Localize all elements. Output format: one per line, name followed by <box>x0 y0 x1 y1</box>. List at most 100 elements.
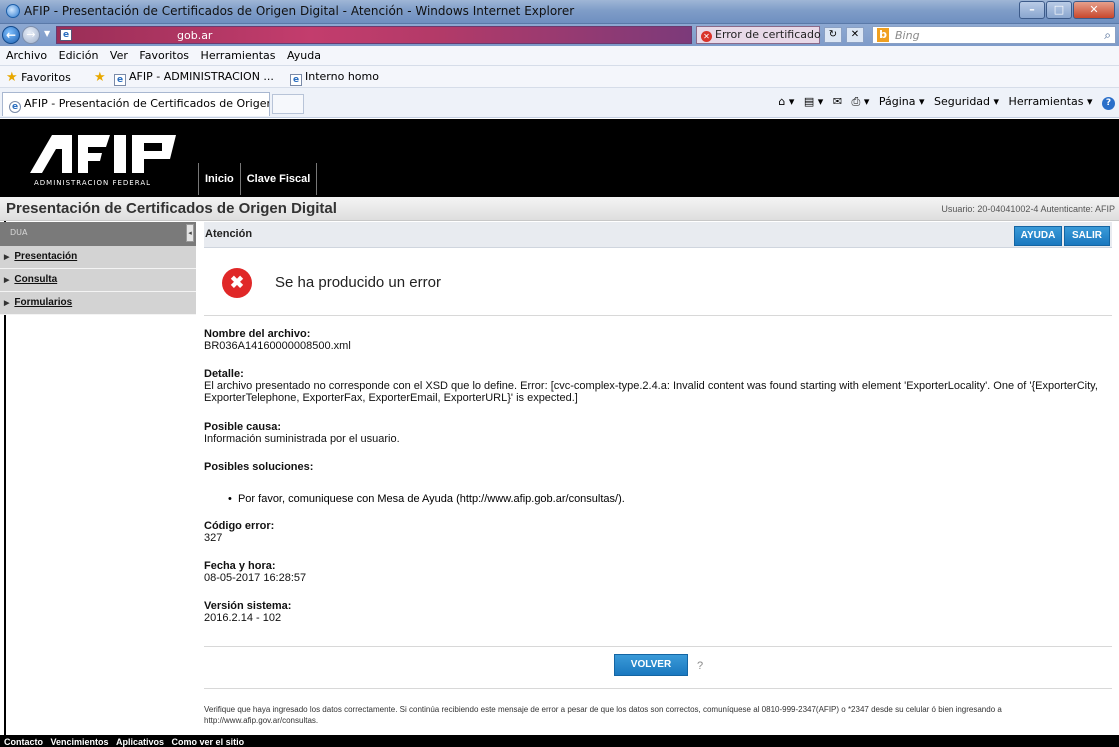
menu-favoritos[interactable]: Favoritos <box>139 46 189 66</box>
logo-subtitle: ADMINISTRACION FEDERAL <box>34 179 152 187</box>
close-button[interactable]: ✕ <box>1073 1 1115 19</box>
favorites-button[interactable]: ★ Favoritos <box>6 70 71 85</box>
feeds-icon[interactable]: ▤ ▾ <box>804 95 823 108</box>
address-bar: ← → ▼ e gob.ar ✕ Error de certificado ↻ ✕… <box>0 24 1119 46</box>
page-title-bar: Presentación de Certificados de Origen D… <box>0 197 1119 221</box>
footer-contacto[interactable]: Contacto <box>4 737 43 747</box>
date-value: 08-05-2017 16:28:57 <box>204 572 307 584</box>
star-icon: ★ <box>6 70 18 85</box>
nav-clave-fiscal[interactable]: Clave Fiscal <box>241 163 318 195</box>
menu-archivo[interactable]: Archivo <box>6 46 47 66</box>
error-banner: ✖ Se ha producido un error <box>204 248 1112 316</box>
solution-item: • Por favor, comuniquese con Mesa de Ayu… <box>228 493 625 505</box>
favorite-interno-link[interactable]: e Interno homo <box>290 70 379 86</box>
pagina-menu[interactable]: Página ▾ <box>879 95 925 108</box>
footer-aplicativos[interactable]: Aplicativos <box>116 737 164 747</box>
nav-inicio[interactable]: Inicio <box>198 163 241 195</box>
mail-icon[interactable]: ✉ <box>833 95 842 108</box>
error-icon: ✖ <box>222 268 252 298</box>
version-label: Versión sistema: <box>204 600 292 612</box>
forward-button[interactable]: → <box>22 26 40 44</box>
code-value: 327 <box>204 532 223 544</box>
favorite-afip-link[interactable]: e AFIP - ADMINISTRACION ... <box>114 70 274 86</box>
code-block: Código error: 327 <box>204 520 1104 544</box>
footer-como-ver[interactable]: Como ver el sitio <box>172 737 245 747</box>
menu-bar: Archivo Edición Ver Favoritos Herramient… <box>0 46 1119 66</box>
favorites-bar: ★ Favoritos ★ e AFIP - ADMINISTRACION ...… <box>0 66 1119 88</box>
ie-logo-icon <box>6 4 20 18</box>
search-input[interactable]: b Bing ⌕ <box>872 26 1116 44</box>
sidebar-item-formularios[interactable]: ▶ Formularios <box>0 292 196 315</box>
error-title: Se ha producido un error <box>275 274 441 291</box>
file-label: Nombre del archivo: <box>204 328 311 340</box>
window-title: AFIP - Presentación de Certificados de O… <box>24 4 575 18</box>
ayuda-button[interactable]: AYUDA <box>1014 226 1062 246</box>
page-icon: e <box>60 29 72 41</box>
menu-herramientas[interactable]: Herramientas <box>201 46 276 66</box>
divider <box>204 688 1112 689</box>
file-value: BR036A14160000008500.xml <box>204 340 351 352</box>
menu-edicion[interactable]: Edición <box>59 46 99 66</box>
version-block: Versión sistema: 2016.2.14 - 102 <box>204 600 1104 624</box>
date-block: Fecha y hora: 08-05-2017 16:28:57 <box>204 560 1104 584</box>
menu-ver[interactable]: Ver <box>110 46 128 66</box>
collapse-sidebar-button[interactable]: ◂ <box>186 224 194 242</box>
date-label: Fecha y hora: <box>204 560 276 572</box>
error-icon: ✕ <box>701 31 712 42</box>
maximize-button[interactable]: □ <box>1046 1 1072 19</box>
print-icon[interactable]: ⎙ ▾ <box>852 95 870 108</box>
history-dropdown-icon[interactable]: ▼ <box>44 29 50 38</box>
site-header: ADMINISTRACION FEDERAL Inicio Clave Fisc… <box>0 119 1119 197</box>
footnote: Verifique que haya ingresado los datos c… <box>204 705 1002 725</box>
stop-icon[interactable]: ✕ <box>846 27 864 43</box>
cause-value: Información suministrada por el usuario. <box>204 433 400 445</box>
caret-right-icon: ▶ <box>4 254 10 261</box>
cause-block: Posible causa: Información suministrada … <box>204 421 1104 445</box>
salir-button[interactable]: SALIR <box>1064 226 1110 246</box>
cause-label: Posible causa: <box>204 421 282 433</box>
user-info: Usuario: 20-04041002-4 Autenticante: AFI… <box>941 204 1115 214</box>
help-icon[interactable]: ? <box>1102 97 1115 110</box>
refresh-icon[interactable]: ↻ <box>824 27 842 43</box>
detail-label: Detalle: <box>204 368 244 380</box>
help-link[interactable]: ? <box>697 660 703 672</box>
volver-button[interactable]: VOLVER <box>614 654 688 676</box>
divider <box>204 646 1112 647</box>
detail-block: Detalle: El archivo presentado no corres… <box>204 368 1104 404</box>
command-bar: ⌂ ▾ ▤ ▾ ✉ ⎙ ▾ Página ▾ Seguridad ▾ Herra… <box>772 95 1115 110</box>
certificate-error-button[interactable]: ✕ Error de certificado <box>696 26 821 44</box>
solutions-label: Posibles soluciones: <box>204 461 314 473</box>
site-footer: Contacto Vencimientos Aplicativos Como v… <box>0 735 1119 747</box>
back-button[interactable]: ← <box>2 26 20 44</box>
content-heading: Atención <box>205 228 253 240</box>
sidebar-item-consulta[interactable]: ▶ Consulta <box>0 269 196 292</box>
page-title: Presentación de Certificados de Origen D… <box>6 200 337 217</box>
sidebar: DUA ◂ ▶ Presentación ▶ Consulta ▶ Formulari… <box>0 222 196 722</box>
search-icon[interactable]: ⌕ <box>1104 28 1111 43</box>
new-tab-button[interactable] <box>272 94 304 114</box>
sidebar-item-presentacion[interactable]: ▶ Presentación <box>0 246 196 269</box>
footer-vencimientos[interactable]: Vencimientos <box>51 737 109 747</box>
top-nav: Inicio Clave Fiscal <box>198 163 318 195</box>
bing-icon: b <box>877 28 889 42</box>
herramientas-menu[interactable]: Herramientas ▾ <box>1009 95 1093 108</box>
caret-right-icon: ▶ <box>4 300 10 307</box>
solutions-block: Posibles soluciones: <box>204 461 1104 473</box>
home-icon[interactable]: ⌂ ▾ <box>778 95 794 108</box>
main-content: Atención AYUDA SALIR ✖ Se ha producido u… <box>204 222 1112 725</box>
file-block: Nombre del archivo: BR036A14160000008500… <box>204 328 1104 352</box>
code-label: Código error: <box>204 520 275 532</box>
bullet-icon: • <box>228 493 238 505</box>
minimize-button[interactable]: – <box>1019 1 1045 19</box>
tab-afip[interactable]: e AFIP - Presentación de Certificados de … <box>2 92 270 116</box>
seguridad-menu[interactable]: Seguridad ▾ <box>934 95 999 108</box>
content-header: Atención AYUDA SALIR <box>204 222 1112 248</box>
add-favorite-icon[interactable]: ★ <box>94 70 106 85</box>
page-icon: e <box>290 74 302 86</box>
url-text: gob.ar <box>177 29 213 42</box>
sidebar-header: DUA ◂ <box>0 222 196 246</box>
menu-ayuda[interactable]: Ayuda <box>287 46 321 66</box>
version-value: 2016.2.14 - 102 <box>204 612 282 624</box>
detail-value: El archivo presentado no corresponde con… <box>204 380 1098 404</box>
url-input[interactable]: e gob.ar <box>56 26 692 44</box>
